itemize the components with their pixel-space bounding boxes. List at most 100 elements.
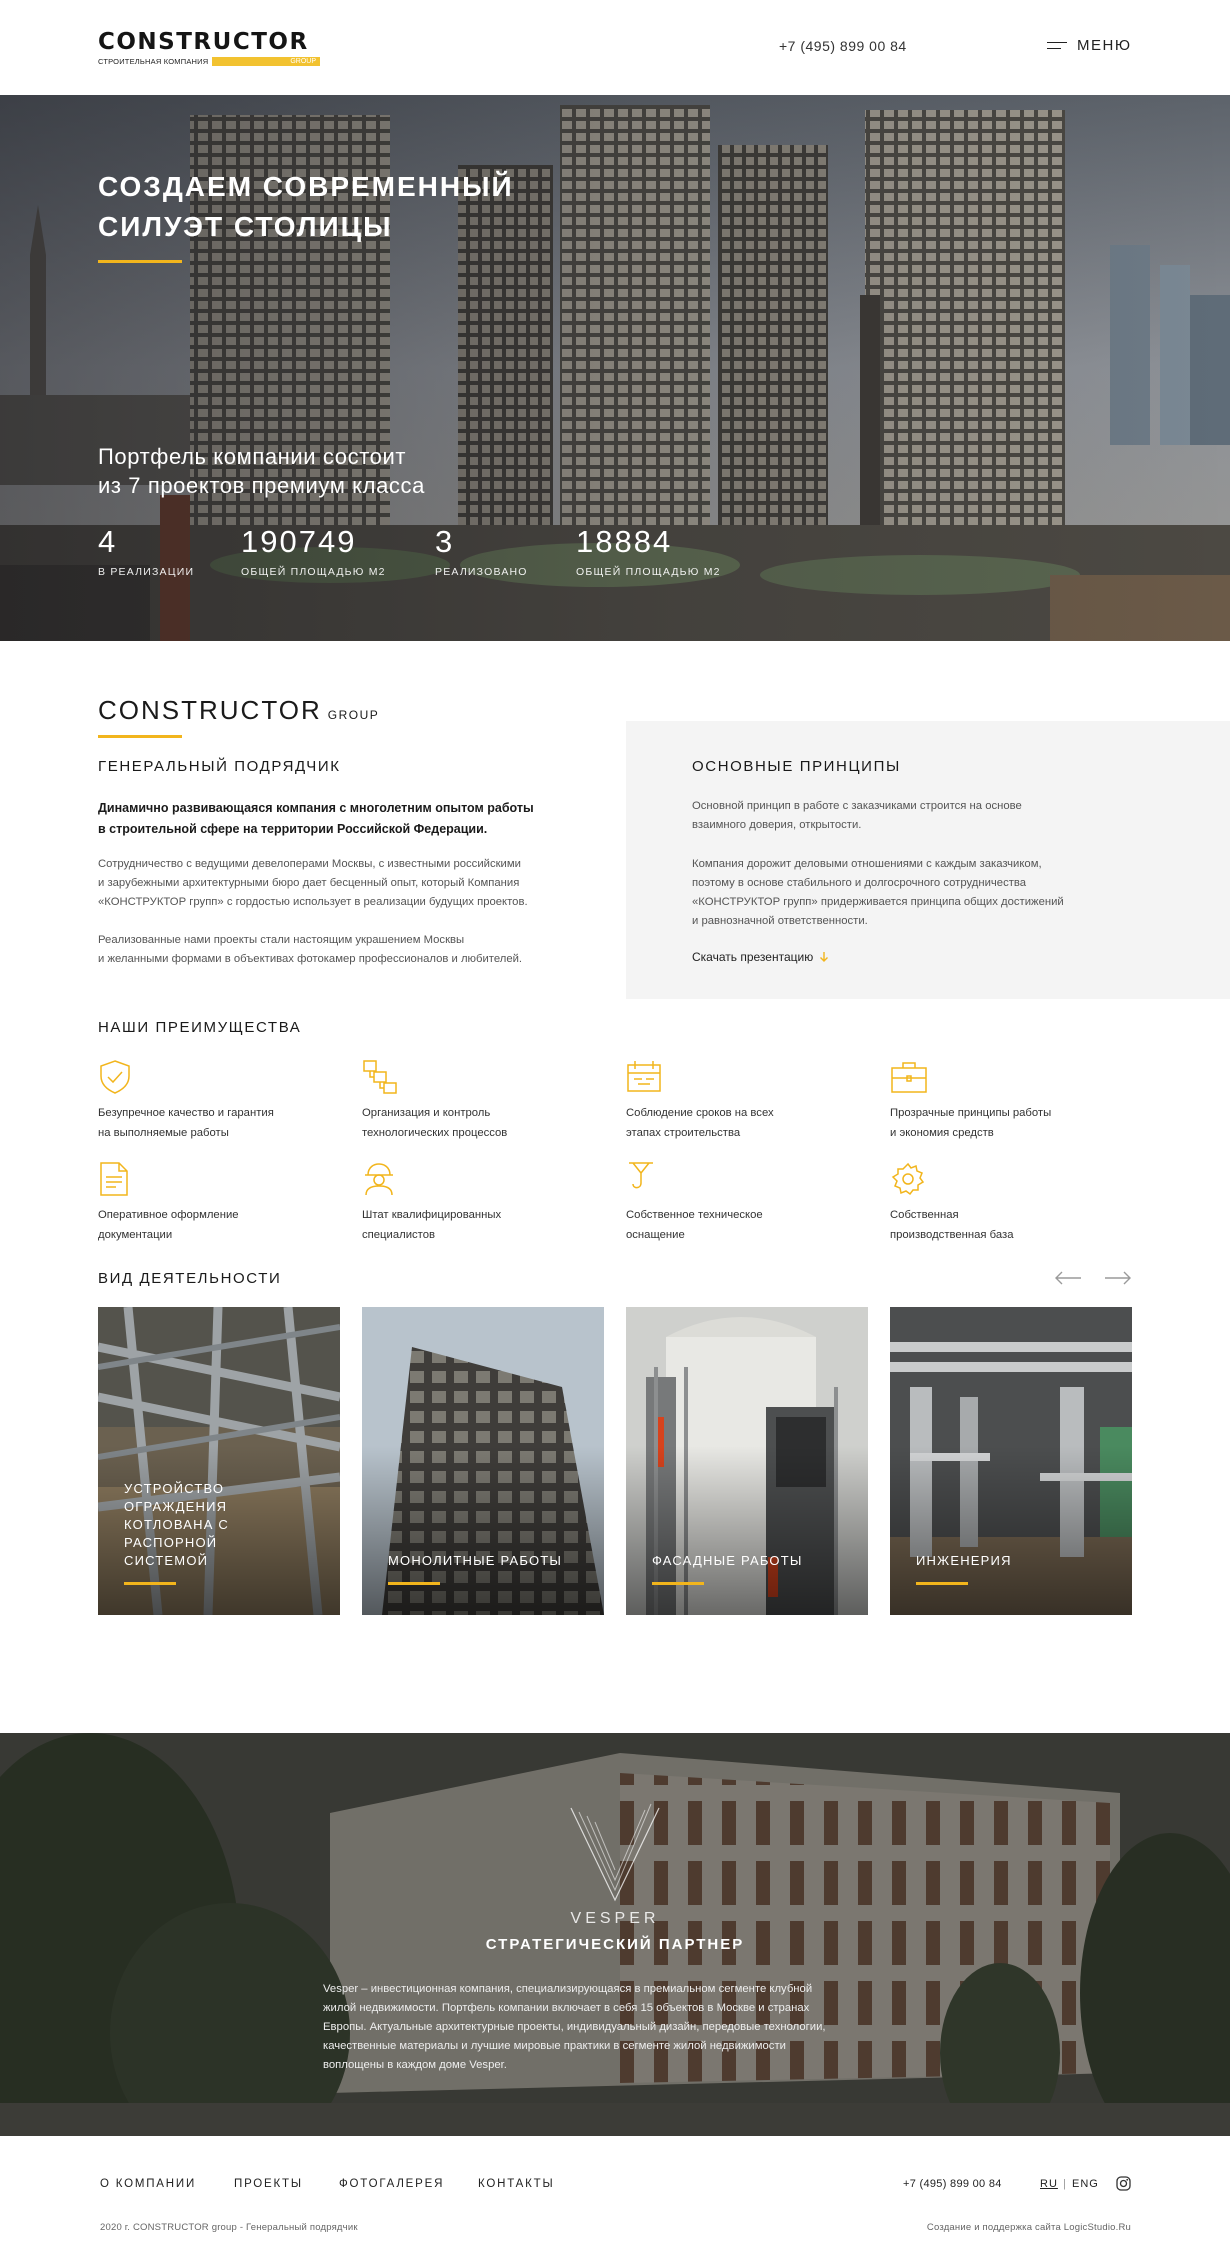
activity-card[interactable]: Инженерия	[890, 1307, 1132, 1615]
card-underline	[916, 1582, 968, 1585]
advantage-item: Штат квалифицированных специалистов	[362, 1161, 602, 1245]
instagram-icon[interactable]	[1116, 2176, 1131, 2191]
brand-heading: CONSTRUCTOR GROUP	[98, 695, 379, 726]
vesper-wordmark: VESPER	[570, 1910, 660, 1927]
download-arrow-icon	[820, 952, 829, 962]
footer-nav-gallery[interactable]: Фотогалерея	[339, 2178, 444, 2190]
card-underline	[388, 1582, 440, 1585]
shield-check-icon	[100, 1060, 130, 1094]
download-presentation-link[interactable]: Скачать презентацию	[692, 950, 829, 964]
principles-line: Основной принцип в работе с заказчиками …	[692, 800, 1022, 812]
about-paragraph-line: «КОНСТРУКТОР групп» с гордостью использу…	[98, 896, 528, 908]
hero-subtitle-line: из 7 проектов премиум класса	[98, 473, 425, 498]
partner-heading: Стратегический партнер	[485, 1936, 745, 1953]
advantage-text: технологических процессов	[362, 1127, 508, 1139]
advantage-text: Собственное техническое	[626, 1209, 763, 1221]
lang-ru-link[interactable]: RU	[1040, 2178, 1058, 2190]
lang-eng-link[interactable]: ENG	[1072, 2178, 1099, 2190]
advantage-item: Организация и контроль технологических пр…	[362, 1059, 602, 1143]
logo-tag: GROUP	[290, 57, 316, 65]
about-lead-line: Динамично развивающаяся компания с много…	[98, 801, 534, 815]
principles-line: поэтому в основе стабильного и долгосроч…	[692, 877, 1027, 889]
menu-button[interactable]: МЕНЮ	[1047, 37, 1132, 54]
menu-label: МЕНЮ	[1077, 37, 1132, 54]
advantage-text: Штат квалифицированных	[362, 1209, 502, 1221]
stat-value: 190749	[241, 524, 357, 559]
advantage-text: и экономия средств	[890, 1127, 994, 1139]
card-title-line: Фасадные работы	[652, 1553, 803, 1568]
stat-in-progress: 4 в реализации	[98, 525, 194, 579]
footer-credit-link[interactable]: Создание и поддержка сайта LogicStudio.R…	[927, 2222, 1131, 2233]
footer-nav-about[interactable]: О компании	[100, 2178, 196, 2190]
logo-subtitle: СТРОИТЕЛЬНАЯ КОМПАНИЯ	[98, 56, 209, 66]
hero-subtitle: Портфель компании состоит из 7 проектов …	[98, 442, 518, 500]
advantage-text: Безупречное качество и гарантия	[98, 1107, 274, 1119]
hamburger-icon	[1047, 41, 1067, 51]
principles-paragraph: Основной принцип в работе с заказчиками …	[692, 797, 1122, 835]
stat-completed: 3 реализовано	[435, 525, 528, 579]
advantage-item: Прозрачные принципы работы и экономия сре…	[890, 1059, 1130, 1143]
principles-line: и равнозначной ответственности.	[692, 915, 868, 927]
activity-card-title: Устройство ограждения котлована с распор…	[124, 1480, 324, 1570]
principles-paragraph: Компания дорожит деловыми отношениями с …	[692, 855, 1122, 931]
stat-area-completed: 18884 общей площадью м2	[576, 524, 721, 579]
stat-label: реализовано	[435, 566, 528, 578]
arrow-left-icon[interactable]	[1054, 1271, 1082, 1285]
partner-text-line: воплощены в каждом доме Vesper.	[323, 2059, 507, 2071]
site-header: CONSTRUCTOR СТРОИТЕЛЬНАЯ КОМПАНИЯ GROUP …	[0, 0, 1230, 95]
advantage-item: Собственное техническое оснащение	[626, 1161, 866, 1245]
vesper-logo-icon	[570, 1803, 660, 1902]
footer-phone-link[interactable]: +7 (495) 899 00 84	[903, 2178, 1002, 2190]
advantage-item: Оперативное оформление документации	[98, 1161, 338, 1245]
footer-nav-projects[interactable]: Проекты	[234, 2178, 303, 2190]
activities-heading: Вид деятельности	[98, 1270, 282, 1287]
activity-card[interactable]: Фасадные работы	[626, 1307, 868, 1615]
brand-underline	[98, 735, 182, 738]
activity-card-title: Монолитные работы	[388, 1552, 588, 1570]
advantages-heading: Наши преимущества	[98, 1019, 302, 1036]
advantage-item: Собственная производственная база	[890, 1161, 1130, 1245]
advantage-text: Оперативное оформление	[98, 1209, 239, 1221]
activity-card[interactable]: Устройство ограждения котлована с распор…	[98, 1307, 340, 1615]
footer-copyright: 2020 г. CONSTRUCTOR group - Генеральный …	[100, 2222, 358, 2233]
principles-line: Компания дорожит деловыми отношениями с …	[692, 858, 1042, 870]
stat-label: общей площадью м2	[576, 566, 721, 578]
arrow-right-icon[interactable]	[1104, 1271, 1132, 1285]
company-logo[interactable]: CONSTRUCTOR СТРОИТЕЛЬНАЯ КОМПАНИЯ GROUP	[98, 31, 320, 66]
principles-panel: Основные принципы Основной принцип в раб…	[626, 721, 1230, 999]
document-icon	[100, 1162, 128, 1196]
stat-value: 18884	[576, 524, 673, 559]
advantage-text: оснащение	[626, 1229, 685, 1241]
hero-title-underline	[98, 260, 182, 263]
hero-section: Создаем современный силуэт столицы Портф…	[0, 95, 1230, 641]
card-title-line: котлована с распорной	[124, 1517, 230, 1550]
partner-overlay	[0, 1733, 1230, 2136]
advantage-text: Прозрачные принципы работы	[890, 1107, 1052, 1119]
card-underline	[124, 1582, 176, 1585]
about-paragraph-line: Сотрудничество с ведущими девелоперами М…	[98, 858, 521, 870]
hero-title: Создаем современный силуэт столицы	[98, 171, 514, 242]
card-title-line: системой	[124, 1553, 209, 1568]
about-paragraph: Реализованные нами проекты стали настоящ…	[98, 931, 588, 969]
advantage-text: на выполняемые работы	[98, 1127, 229, 1139]
logo-subline: СТРОИТЕЛЬНАЯ КОМПАНИЯ GROUP	[98, 56, 320, 66]
partner-text-line: качественные материалы и лучшие мировые …	[323, 2040, 786, 2052]
site-footer: О компании Проекты Фотогалерея Контакты …	[0, 2136, 1230, 2252]
crane-hook-icon	[629, 1162, 653, 1189]
advantage-item: Соблюдение сроков на всех этапах строител…	[626, 1059, 866, 1143]
about-lead: Динамично развивающаяся компания с много…	[98, 798, 578, 840]
advantage-text: специалистов	[362, 1229, 435, 1241]
brand-small: GROUP	[327, 708, 380, 722]
about-paragraph-line: и желанными формами в объективах фотокам…	[98, 953, 523, 965]
briefcase-icon	[891, 1062, 927, 1093]
about-paragraph: Сотрудничество с ведущими девелоперами М…	[98, 855, 588, 912]
footer-nav-contacts[interactable]: Контакты	[478, 2178, 554, 2190]
header-phone-link[interactable]: +7 (495) 899 00 84	[779, 38, 907, 54]
activity-card[interactable]: Монолитные работы	[362, 1307, 604, 1615]
calendar-schedule-icon	[627, 1061, 661, 1092]
advantage-text: Организация и контроль	[362, 1107, 491, 1119]
advantage-text: этапах строительства	[626, 1127, 741, 1139]
activity-card-title: Фасадные работы	[652, 1552, 852, 1570]
activities-section: Вид деятельности Устройство ограждения к…	[0, 1266, 1230, 1733]
stat-area-in-progress: 190749 общей площадью м2	[241, 524, 386, 579]
